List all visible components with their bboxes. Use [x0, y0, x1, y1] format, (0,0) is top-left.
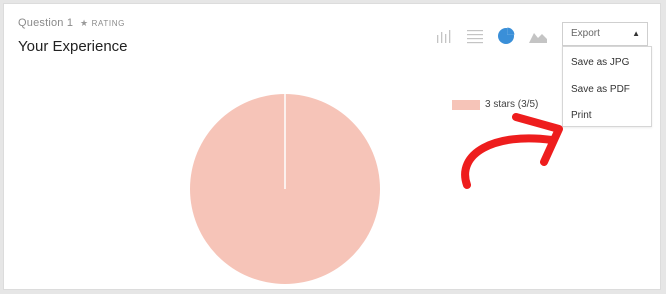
- export-button-label: Export: [571, 28, 600, 39]
- question-card: Question 1 ★ RATING Your Experience Expor…: [3, 3, 661, 290]
- question-number: Question 1: [18, 17, 74, 29]
- caret-up-icon: ▲: [632, 29, 640, 38]
- menu-item-print[interactable]: Print: [571, 110, 592, 121]
- menu-item-save-jpg[interactable]: Save as JPG: [571, 57, 629, 68]
- question-title: Your Experience: [18, 38, 128, 55]
- question-type-label: RATING: [91, 19, 125, 28]
- legend-swatch: [452, 100, 480, 110]
- pie-chart: [190, 94, 380, 284]
- star-icon: ★: [80, 18, 89, 28]
- export-button[interactable]: Export ▲: [562, 22, 648, 46]
- question-type: ★ RATING: [80, 18, 125, 29]
- bar-chart-icon[interactable]: [434, 26, 454, 46]
- pie-chart-icon[interactable]: [496, 26, 516, 46]
- list-icon[interactable]: [465, 26, 485, 46]
- menu-item-save-pdf[interactable]: Save as PDF: [571, 84, 630, 95]
- legend-label: 3 stars (3/5): [485, 99, 539, 110]
- export-menu: Save as JPG Save as PDF Print: [562, 46, 652, 127]
- area-chart-icon[interactable]: [528, 26, 548, 46]
